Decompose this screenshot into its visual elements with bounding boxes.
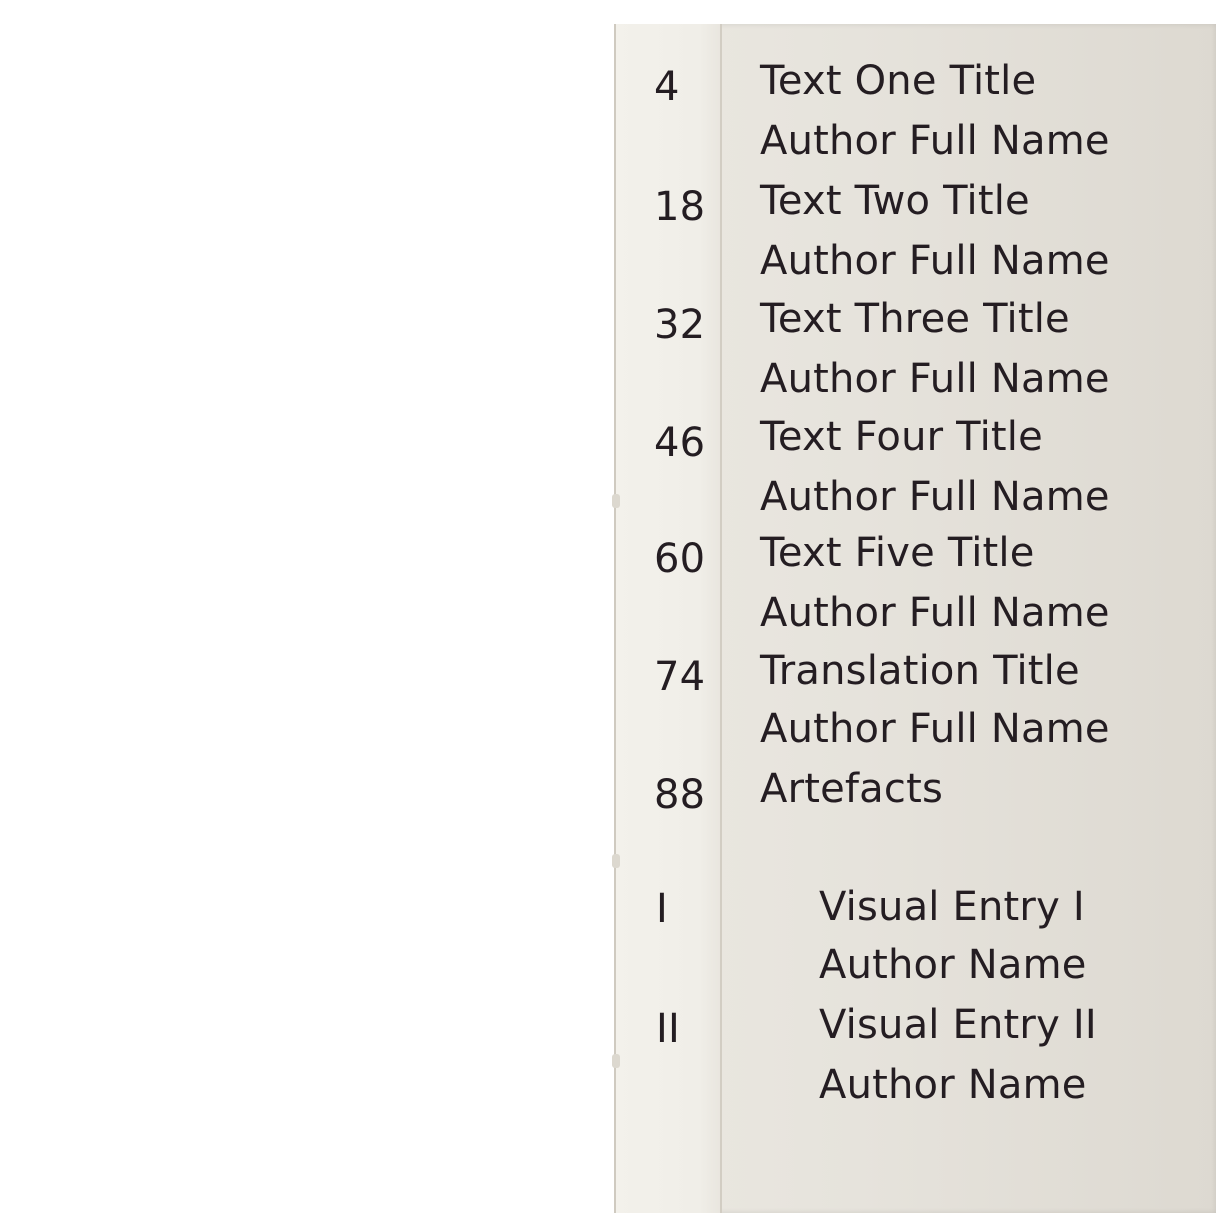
binding-thread [612,494,620,508]
toc-author: Author Full Name [760,238,1110,284]
toc-page-number: 46 [654,420,706,466]
toc-title: Text One Title [760,58,1037,104]
toc-page-number: 74 [654,654,706,700]
binding-thread [612,1054,620,1068]
toc-author: Author Full Name [760,356,1110,402]
toc-visual-author: Author Name [819,1062,1087,1108]
photo-stage: 4 Text One Title Author Full Name 18 Tex… [0,0,1229,1229]
toc-page-number: 88 [654,772,706,818]
toc-title: Text Five Title [760,530,1035,576]
toc-visual-title: Visual Entry I [819,884,1085,930]
booklet-page: 4 Text One Title Author Full Name 18 Tex… [612,24,1216,1213]
toc-page-number-roman: I [656,886,668,932]
toc-visual-author: Author Name [819,942,1087,988]
toc-title: Text Three Title [760,296,1070,342]
toc-title: Artefacts [760,766,944,812]
toc-visual-title: Visual Entry II [819,1002,1097,1048]
toc-page-number: 4 [654,64,680,110]
toc-title: Translation Title [760,648,1080,694]
toc-page-number-roman: II [656,1006,680,1052]
binding-thread [612,854,620,868]
toc-page-number: 32 [654,302,706,348]
toc-author: Author Full Name [760,474,1110,520]
toc-author: Author Full Name [760,706,1110,752]
toc-page-number: 60 [654,536,706,582]
toc-author: Author Full Name [760,118,1110,164]
toc-title: Text Two Title [760,178,1030,224]
toc-author: Author Full Name [760,590,1110,636]
toc-title: Text Four Title [760,414,1043,460]
toc-page-number: 18 [654,184,706,230]
